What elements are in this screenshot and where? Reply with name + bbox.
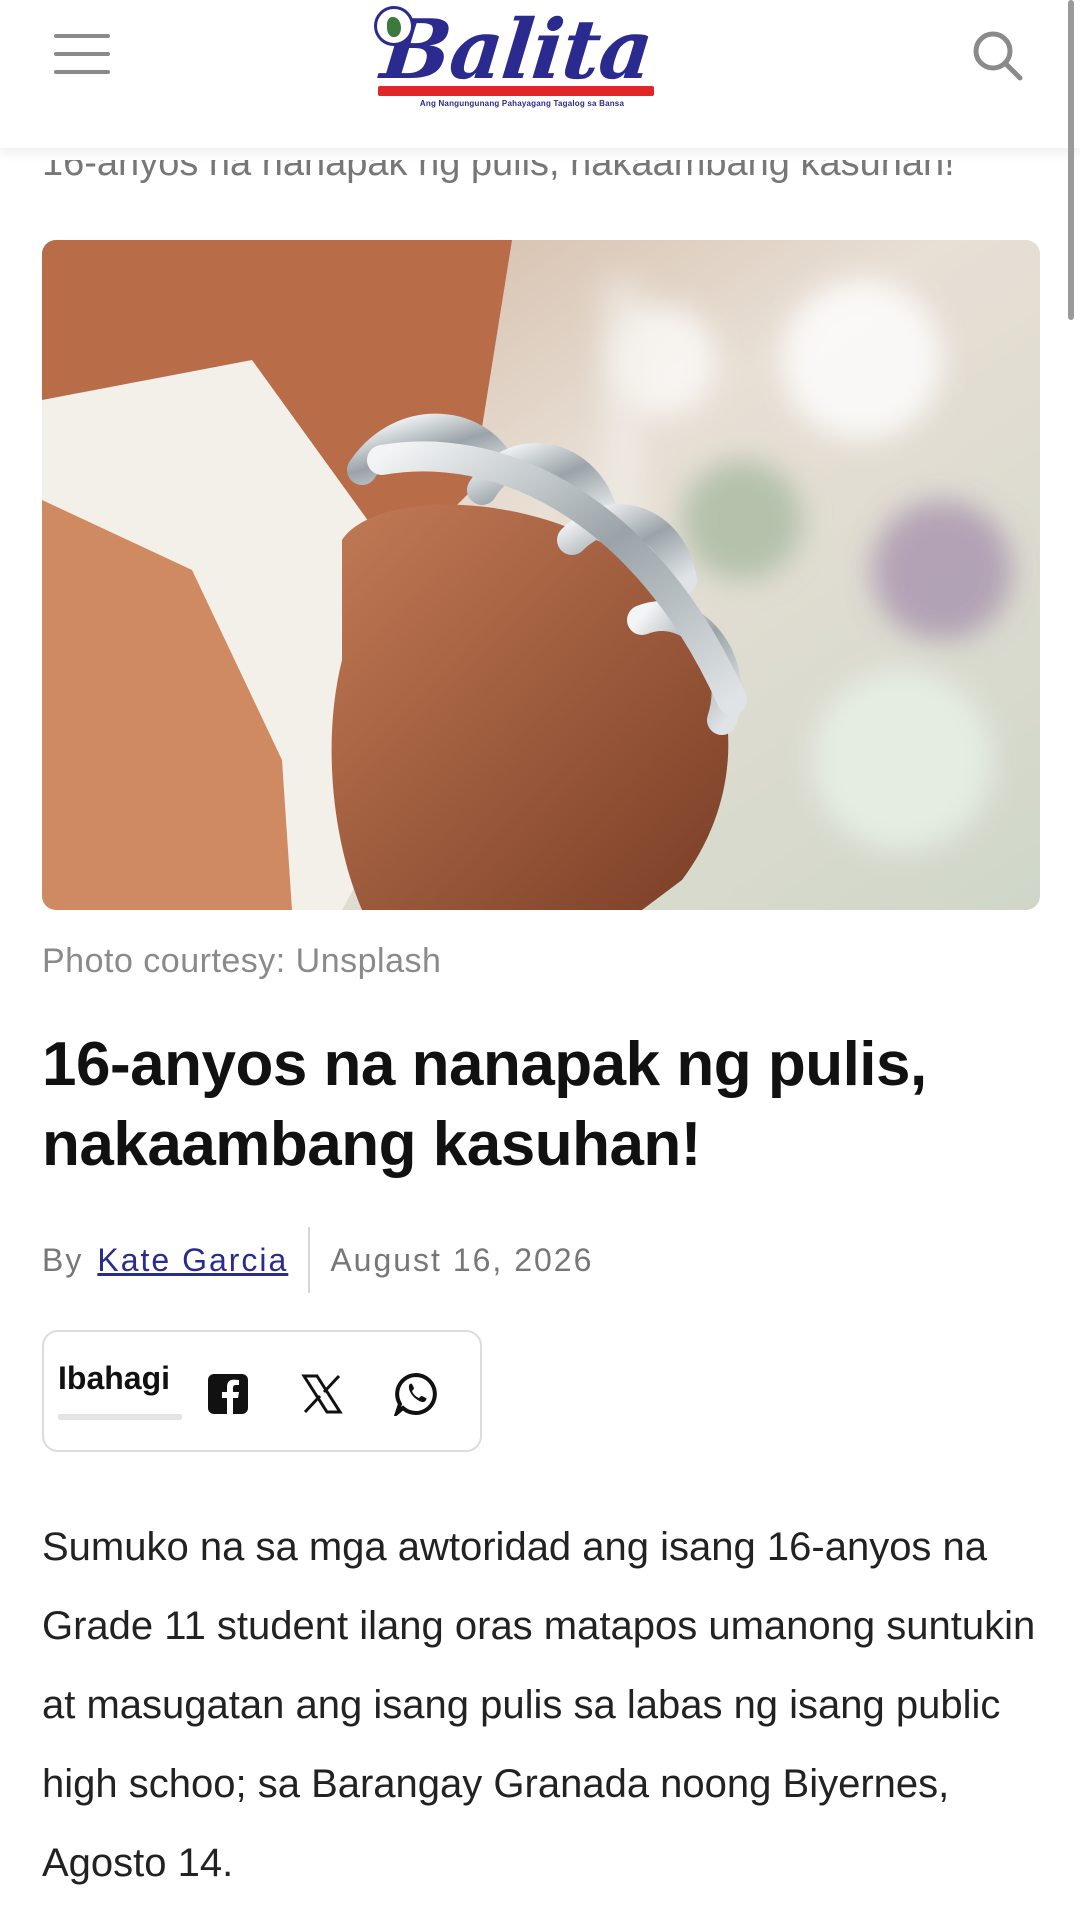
byline-divider [308, 1227, 311, 1293]
share-label-underline [58, 1414, 182, 1420]
share-box: Ibahagi [42, 1330, 482, 1452]
author-link[interactable]: Kate Garcia [97, 1242, 288, 1279]
logo-underline [378, 86, 654, 96]
byline: By Kate Garcia August 16, 2026 [42, 1227, 594, 1293]
facebook-icon[interactable] [206, 1372, 250, 1416]
article-hero-image [42, 240, 1040, 910]
search-icon[interactable] [968, 26, 1028, 86]
article-body-paragraph: Sumuko na sa mga awtoridad ang isang 16-… [42, 1525, 1036, 1885]
scrollbar[interactable] [1068, 0, 1074, 320]
x-icon[interactable] [300, 1372, 344, 1416]
logo-wordmark: Balita [376, 2, 657, 98]
site-header: Balita Ang Nangungunang Pahayagang Tagal… [0, 0, 1080, 148]
scrolled-article-title: 16-anyos na nanapak ng pulis, nakaambang… [42, 160, 955, 184]
image-caption: Photo courtesy: Unsplash [42, 942, 442, 980]
byline-prefix: By [42, 1241, 84, 1278]
publish-date: August 16, 2026 [330, 1241, 594, 1278]
whatsapp-icon[interactable] [394, 1372, 438, 1416]
share-label: Ibahagi [58, 1360, 171, 1396]
hamburger-menu-icon[interactable] [54, 34, 110, 76]
logo-tagline: Ang Nangungunang Pahayagang Tagalog sa B… [419, 99, 625, 108]
article-headline: 16-anyos na nanapak ng pulis, nakaambang… [42, 1030, 927, 1179]
balita-logo[interactable]: Balita Ang Nangungunang Pahayagang Tagal… [372, 2, 672, 112]
logo-emblem-icon [374, 6, 414, 46]
